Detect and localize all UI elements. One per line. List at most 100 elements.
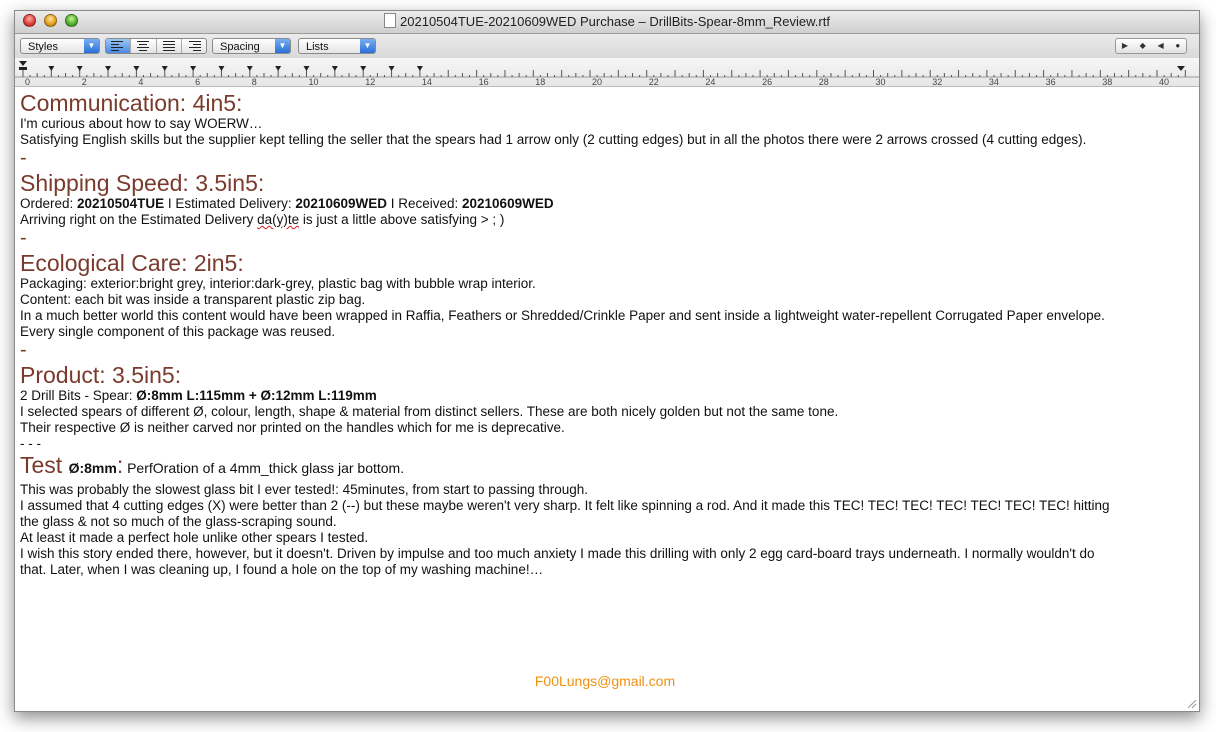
spacing-popup-label: Spacing — [220, 41, 260, 53]
spacing-popup[interactable]: Spacing ▼ — [212, 38, 291, 54]
align-justify-icon — [162, 41, 175, 42]
resize-grip-icon[interactable] — [1185, 697, 1197, 709]
ecological-heading: Ecological Care: 2in5: — [20, 250, 244, 276]
test-description: PerfOration of a 4mm_thick glass jar bot… — [123, 460, 405, 476]
estimated-date: 20210609WED — [295, 196, 387, 211]
communication-line-1: I'm curious about how to say WOERW… — [20, 116, 263, 131]
product-line-1: 2 Drill Bits - Spear: Ø:8mm L:115mm + Ø:… — [20, 388, 1190, 404]
tab-stop-marker — [48, 66, 55, 71]
lists-popup-label: Lists — [306, 41, 329, 53]
ecological-line-1: Packaging: exterior:bright grey, interio… — [20, 276, 536, 291]
tab-stop-marker — [331, 66, 338, 71]
ruler-label: 8 — [252, 77, 257, 86]
tab-stop-marker — [360, 66, 367, 71]
ruler-label: 12 — [365, 77, 375, 86]
ruler-label: 32 — [932, 77, 942, 86]
ruler-label: 4 — [138, 77, 143, 86]
test-heading: Test — [20, 452, 69, 478]
styles-popup[interactable]: Styles ▼ — [20, 38, 100, 54]
tab-stop-marker — [76, 66, 83, 71]
format-toolbar: Styles ▼ Spacing ▼ Lists ▼ ▶ ◆ ◀ ● — [15, 34, 1199, 58]
ordered-date: 20210504TUE — [77, 196, 165, 211]
tab-stop-marker — [218, 66, 225, 71]
shipping-line-2-end: is just a little above satisfying > ; ) — [299, 212, 505, 227]
received-date: 20210609WED — [462, 196, 554, 211]
left-tab-icon[interactable]: ◀ — [1157, 39, 1163, 53]
product-line-3: Their respective Ø is neither carved nor… — [20, 420, 565, 435]
test-line-5: I wish this story ended there, however, … — [20, 546, 1095, 561]
product-line-1-start: 2 Drill Bits - Spear: — [20, 388, 137, 403]
ruler-scale: 0 2 4 6 8 10 12 14 16 18 20 22 24 26 28 30 32 34 36 38 40 — [15, 61, 1199, 86]
test-line-4: At least it made a perfect hole unlike o… — [20, 530, 369, 545]
tab-stop-marker — [190, 66, 197, 71]
ruler-label: 2 — [82, 77, 87, 86]
tab-stop-marker — [161, 66, 168, 71]
align-right-icon — [188, 41, 201, 42]
right-margin-marker — [1177, 66, 1185, 71]
ecological-line-2: Content: each bit was inside a transpare… — [20, 292, 366, 307]
product-spec: Ø:8mm L:115mm + Ø:12mm L:119mm — [136, 388, 377, 403]
tab-stop-marker — [105, 66, 112, 71]
chevron-down-icon: ▼ — [84, 39, 99, 53]
chevron-down-icon: ▼ — [275, 39, 290, 53]
section-divider: - — [20, 147, 27, 169]
test-spec: Ø:8mm — [68, 460, 117, 476]
ruler-label: 28 — [819, 77, 829, 86]
test-heading-line: Test Ø:8mm: PerfOration of a 4mm_thick g… — [20, 452, 1190, 482]
alignment-control — [105, 38, 207, 54]
ruler-label: 34 — [989, 77, 999, 86]
styles-popup-label: Styles — [28, 41, 58, 53]
align-center-button[interactable] — [131, 39, 157, 53]
communication-line-2: Satisfying English skills but the suppli… — [20, 132, 1087, 147]
test-line-1: This was probably the slowest glass bit … — [20, 482, 589, 497]
ruler-label: 14 — [422, 77, 432, 86]
align-left-button[interactable] — [106, 39, 132, 53]
shipping-line-2: Arriving right on the Estimated Delivery… — [20, 212, 1190, 228]
section-divider: - — [20, 339, 27, 361]
shipping-dates-line: Ordered: 20210504TUE I Estimated Deliver… — [20, 196, 1190, 212]
window-title: 20210504TUE-20210609WED Purchase – Drill… — [400, 14, 830, 29]
align-justify-button[interactable] — [157, 39, 182, 53]
product-separator: - - - — [20, 436, 41, 451]
ruler-label: 26 — [762, 77, 772, 86]
window-title-area: 20210504TUE-20210609WED Purchase – Drill… — [15, 11, 1199, 33]
product-line-2: I selected spears of different Ø, colour… — [20, 404, 839, 419]
lists-popup[interactable]: Lists ▼ — [298, 38, 376, 54]
title-bar[interactable]: 20210504TUE-20210609WED Purchase – Drill… — [15, 11, 1199, 34]
decimal-tab-icon[interactable]: ◆ — [1140, 39, 1146, 53]
product-heading: Product: 3.5in5: — [20, 362, 182, 388]
estimated-label: I Estimated Delivery: — [164, 196, 296, 211]
ruler-label: 16 — [479, 77, 489, 86]
document-icon[interactable] — [384, 13, 397, 28]
tab-stop-marker — [275, 66, 282, 71]
ruler-label: 38 — [1102, 77, 1112, 86]
ruler-label: 6 — [195, 77, 200, 86]
misspelled-word: da(y)te — [257, 212, 300, 227]
tab-stop-buttons[interactable]: ▶ ◆ ◀ ● — [1115, 38, 1187, 54]
ruler-label: 30 — [876, 77, 886, 86]
email-address[interactable]: F00Lungs@gmail.com — [20, 673, 1190, 689]
center-tab-icon[interactable]: ● — [1175, 39, 1180, 53]
ruler-label: 10 — [309, 77, 319, 86]
ecological-line-4: Every single component of this package w… — [20, 324, 336, 339]
ruler-label: 0 — [25, 77, 30, 86]
tab-stop-marker — [246, 66, 253, 71]
shipping-heading: Shipping Speed: 3.5in5: — [20, 170, 265, 196]
right-tab-icon[interactable]: ▶ — [1122, 39, 1128, 53]
ordered-label: Ordered: — [20, 196, 78, 211]
chevron-down-icon: ▼ — [360, 39, 375, 53]
document-body[interactable]: Communication: 4in5: I'm curious about h… — [20, 88, 1190, 708]
ruler-label: 18 — [535, 77, 545, 86]
ruler-label: 20 — [592, 77, 602, 86]
ruler-label: 36 — [1046, 77, 1056, 86]
align-center-icon — [137, 41, 150, 42]
ruler-label: 40 — [1159, 77, 1169, 86]
align-right-button[interactable] — [182, 39, 206, 53]
left-indent-marker — [19, 61, 27, 70]
align-left-icon — [111, 41, 124, 42]
ruler[interactable]: 0 2 4 6 8 10 12 14 16 18 20 22 24 26 28 30 32 34 36 38 40 — [15, 58, 1199, 87]
tab-stop-marker — [416, 66, 423, 71]
section-divider: - — [20, 227, 27, 249]
tab-stop-marker — [303, 66, 310, 71]
test-line-6: that. Later, when I was cleaning up, I f… — [20, 562, 544, 577]
